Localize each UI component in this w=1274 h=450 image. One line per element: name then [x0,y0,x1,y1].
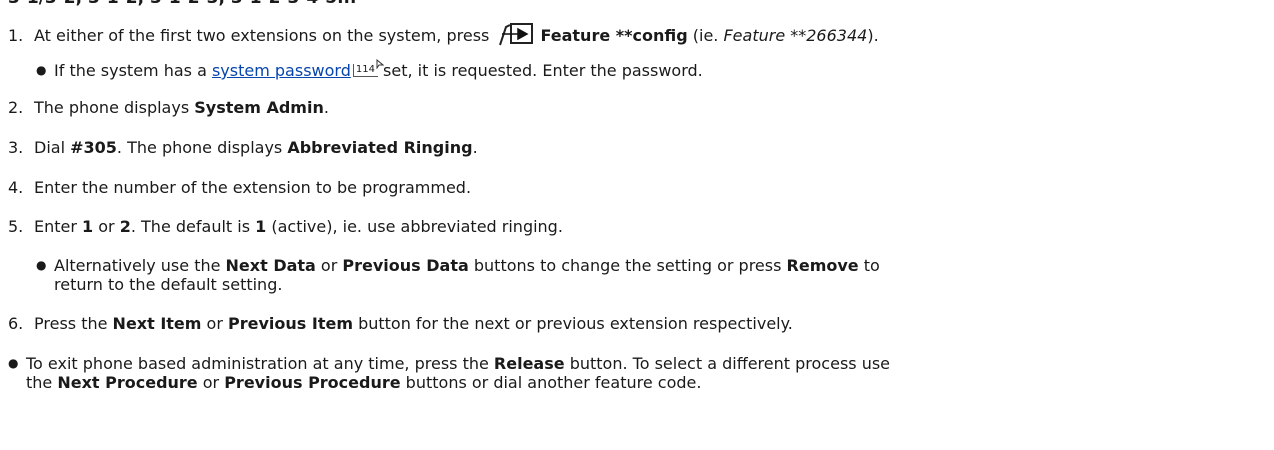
note-text-end: buttons or dial another feature code. [400,373,702,392]
exit-note: ● To exit phone based administration at a… [8,353,890,374]
bullet-icon: ● [36,63,47,77]
step-5-subitem: ● Alternatively use the Next Data or Prev… [36,255,880,276]
heading-fragment: 3-1/3-2, 3-1-2, 3-1-2-3, 3-1-2-3-4-5... [8,0,356,8]
note-text-mid: button. To select a different process us… [564,354,891,373]
button-name: Release [493,354,565,373]
button-name: Previous Item [228,314,353,333]
page-reference[interactable]: 114 [352,59,384,77]
step-6: 6. Press the Next Item or Previous Item b… [8,314,793,334]
exit-note-line2: the Next Procedure or Previous Procedure… [26,373,701,393]
step-2: 2. The phone displays System Admin. [8,98,329,118]
page-reference-number: 114 [355,64,375,75]
step-text: Enter [34,217,83,236]
button-name: Remove [786,256,859,275]
step-text-mid: . The default is [130,217,256,236]
feature-code-example: Feature **266344 [723,26,868,45]
step-text-mid: or [201,314,228,333]
step-5-subitem-line2: return to the default setting. [54,275,282,295]
button-name: Next Item [112,314,202,333]
step-text-end: button for the next or previous extensio… [352,314,793,333]
default-value: 1 [255,217,267,236]
step-4: 4. Enter the number of the extension to b… [8,178,471,198]
subitem-text-end: set, it is requested. Enter the password… [377,61,703,80]
step-number: 3. [8,138,24,157]
step-text-end: (active), ie. use abbreviated ringing. [266,217,563,236]
step-3: 3. Dial #305. The phone displays Abbrevia… [8,138,478,158]
step-text-end: . [323,98,329,117]
button-name: Next Procedure [57,373,198,392]
step-1: 1. At either of the first two extensions … [8,21,879,52]
bullet-icon: ● [36,258,47,272]
subitem-text: If the system has a [54,61,212,80]
note-text: To exit phone based administration at an… [26,354,494,373]
button-name: Previous Data [342,256,469,275]
step-text-end: . [472,138,478,157]
step-1-subitem: ● If the system has a system password 114 … [36,59,703,81]
step-number: 6. [8,314,24,333]
subitem-text-mid: to [858,256,880,275]
step-text: The phone displays [34,98,195,117]
subitem-text: Alternatively use the [54,256,226,275]
subitem-text-end: return to the default setting. [54,275,283,294]
option-value: 1 [82,217,94,236]
display-text: Abbreviated Ringing [287,138,473,157]
button-name: Previous Procedure [224,373,401,392]
note-text-mid: or [197,373,225,392]
step-number: 5. [8,217,24,236]
subitem-text-mid: or [315,256,343,275]
step-text-mid: or [93,217,120,236]
step-number: 1. [8,26,24,45]
display-text: System Admin [194,98,324,117]
button-name: Next Data [225,256,316,275]
step-text: Press the [34,314,113,333]
page-ref-arrow-icon [376,59,384,69]
step-number: 2. [8,98,24,117]
bullet-icon: ● [8,356,19,370]
step-number: 4. [8,178,24,197]
step-text: Enter the number of the extension to be … [34,178,472,197]
feature-config-label: Feature **config [540,26,688,45]
note-text: the [26,373,58,392]
step-5: 5. Enter 1 or 2. The default is 1 (active… [8,217,563,237]
step-text-suffix: (ie. [687,26,724,45]
dial-code: #305 [70,138,117,157]
step-text-end: ). [867,26,879,45]
subitem-text-mid: buttons to change the setting or press [468,256,787,275]
option-value: 2 [119,217,131,236]
system-password-link[interactable]: system password [212,61,351,80]
feature-button-icon [496,21,536,52]
step-text: At either of the first two extensions on… [34,26,490,45]
step-text: Dial [34,138,71,157]
step-text-mid: . The phone displays [116,138,288,157]
